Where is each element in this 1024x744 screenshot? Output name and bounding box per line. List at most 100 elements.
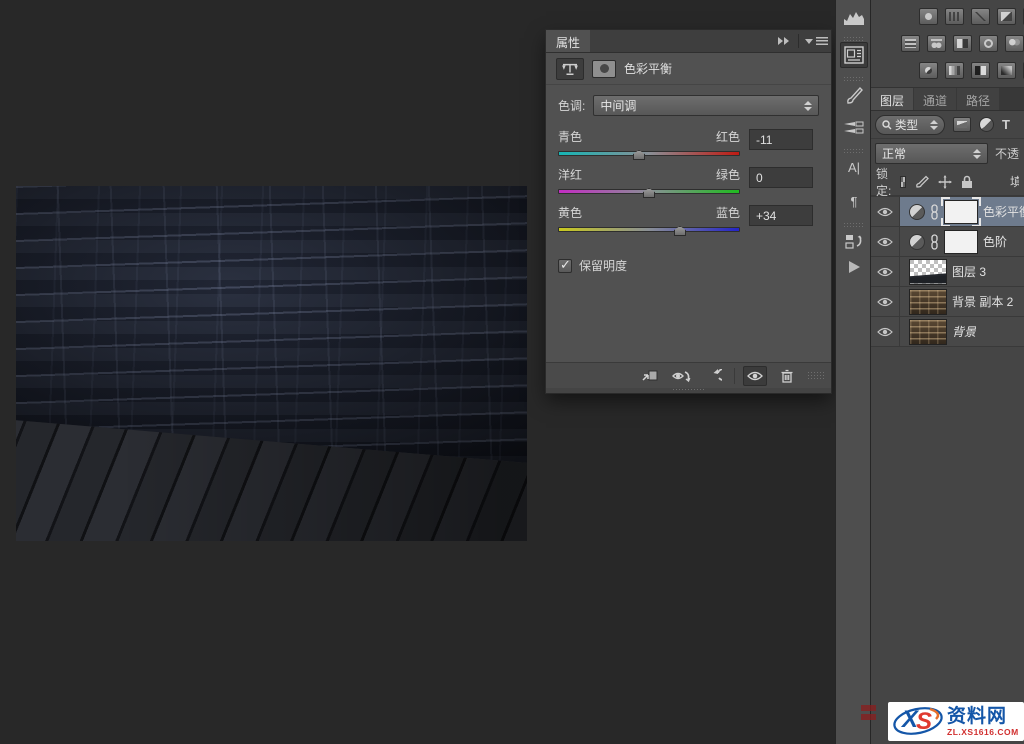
filter-adjustment-layers-icon[interactable] [979,117,994,132]
watermark-smudge [861,714,876,720]
layer-thumbnail[interactable] [909,259,947,285]
watermark-logo: X S [892,705,944,738]
lock-all-icon[interactable] [961,175,973,189]
tab-layers[interactable]: 图层 [871,88,913,110]
adjustment-layer-icon [909,234,925,250]
tab-channels[interactable]: 通道 [914,88,956,110]
layer-name[interactable]: 色阶 [983,233,1007,250]
blend-mode-select[interactable]: 正常 [875,143,988,164]
layer-row-background-copy2[interactable]: 背景 副本 2 [871,287,1024,317]
threshold-adjustment-icon[interactable] [971,62,990,79]
collapse-panel-button[interactable] [770,30,796,52]
magenta-green-value-input[interactable] [749,167,813,188]
layer-mask-thumbnail[interactable] [944,230,978,254]
histogram-panel-icon[interactable] [840,5,868,31]
invert-adjustment-icon[interactable] [919,62,938,79]
layer-row-background[interactable]: 背景 [871,317,1024,347]
filter-pixel-layers-icon[interactable] [953,117,971,132]
preserve-luminosity-checkbox[interactable] [558,259,572,273]
cyan-label: 青色 [558,128,582,145]
posterize-adjustment-icon[interactable] [945,62,964,79]
filter-type-value: 类型 [895,117,918,133]
layer-thumbnail[interactable] [909,319,947,345]
panel-bottom-resize[interactable] [546,388,831,393]
actions-panel-icon[interactable] [840,254,868,280]
lock-label: 锁定: [876,165,891,199]
mask-link-icon [930,204,939,220]
lock-position-icon[interactable] [938,175,952,189]
toggle-visibility-button[interactable] [743,366,767,386]
layers-tabbar: 图层 通道 路径 [871,88,1024,111]
yellow-blue-value-input[interactable] [749,205,813,226]
layer-row-color-balance[interactable]: 色彩平衡 [871,197,1024,227]
curves-adjustment-icon[interactable] [971,8,990,25]
yellow-blue-slider[interactable] [558,223,740,237]
layer-name[interactable]: 背景 副本 2 [952,293,1013,310]
layer-name[interactable]: 背景 [952,323,976,340]
paragraph-panel-icon[interactable]: ¶ [840,188,868,214]
properties-panel-icon[interactable] [840,42,868,68]
layer-row-levels[interactable]: 色阶 [871,227,1024,257]
visibility-eye-icon[interactable] [871,197,900,226]
filter-type-layers-icon[interactable]: T [1002,117,1010,132]
fill-label: 填充 [1010,173,1019,190]
tone-value: 中间调 [600,97,636,114]
select-arrows-icon [804,101,812,111]
document-image[interactable] [16,186,527,541]
brush-panel-icon[interactable] [840,82,868,108]
photo-filter-adjustment-icon[interactable] [979,35,998,52]
properties-tabbar: 属性 [546,30,831,53]
mask-link-icon [930,234,939,250]
tone-select[interactable]: 中间调 [593,95,819,116]
channel-mixer-adjustment-icon[interactable] [1005,35,1024,52]
layer-name[interactable]: 图层 3 [952,263,986,280]
lock-row: 锁定: 填充 [871,168,1024,196]
preserve-luminosity-label: 保留明度 [579,257,627,274]
lock-pixels-icon[interactable] [915,175,929,188]
layer-thumbnail[interactable] [909,289,947,315]
magenta-green-slider[interactable] [558,185,740,199]
exposure-adjustment-icon[interactable] [997,8,1016,25]
color-balance-adjustment-icon[interactable] [927,35,946,52]
visibility-eye-icon[interactable] [871,287,900,316]
magenta-label: 洋红 [558,166,582,183]
layer-comps-panel-icon[interactable] [840,228,868,254]
layer-mask-icon [592,60,616,78]
layer-name[interactable]: 色彩平衡 [983,203,1024,220]
gradient-map-adjustment-icon[interactable] [997,62,1016,79]
visibility-eye-icon[interactable] [871,257,900,286]
visibility-eye-icon[interactable] [871,317,900,346]
tab-paths[interactable]: 路径 [957,88,999,110]
lock-transparency-icon[interactable] [900,176,906,188]
properties-footer [546,362,831,388]
brush-presets-panel-icon[interactable] [840,114,868,140]
black-white-adjustment-icon[interactable] [953,35,972,52]
levels-adjustment-icon[interactable] [945,8,964,25]
blend-mode-value: 正常 [882,145,906,162]
select-arrows-icon [930,120,938,130]
view-previous-state-button[interactable] [670,366,694,386]
layer-row-layer3[interactable]: 图层 3 [871,257,1024,287]
hue-saturation-adjustment-icon[interactable] [901,35,920,52]
cyan-red-value-input[interactable] [749,129,813,150]
layer-mask-thumbnail[interactable] [944,200,978,224]
filter-type-select[interactable]: 类型 [875,115,945,135]
panel-menu-button[interactable] [801,30,831,52]
cyan-red-slider[interactable] [558,147,740,161]
panel-title: 色彩平衡 [624,60,672,77]
yellow-label: 黄色 [558,204,582,221]
brightness-contrast-adjustment-icon[interactable] [919,8,938,25]
opacity-label: 不透明度: [995,145,1020,162]
reset-button[interactable] [702,366,726,386]
search-icon [882,120,892,130]
character-panel-icon[interactable]: A| [840,154,868,180]
panel-resize-grip[interactable] [807,371,825,381]
visibility-eye-icon[interactable] [871,227,900,256]
delete-adjustment-button[interactable] [775,366,799,386]
watermark-site-name: 资料网 [947,707,1007,727]
adjustment-layer-icon [909,204,925,220]
tone-label: 色调: [558,97,585,114]
layer-filter-row: 类型 T [871,111,1024,139]
clip-to-layer-button[interactable] [638,366,662,386]
tab-properties[interactable]: 属性 [546,30,590,52]
